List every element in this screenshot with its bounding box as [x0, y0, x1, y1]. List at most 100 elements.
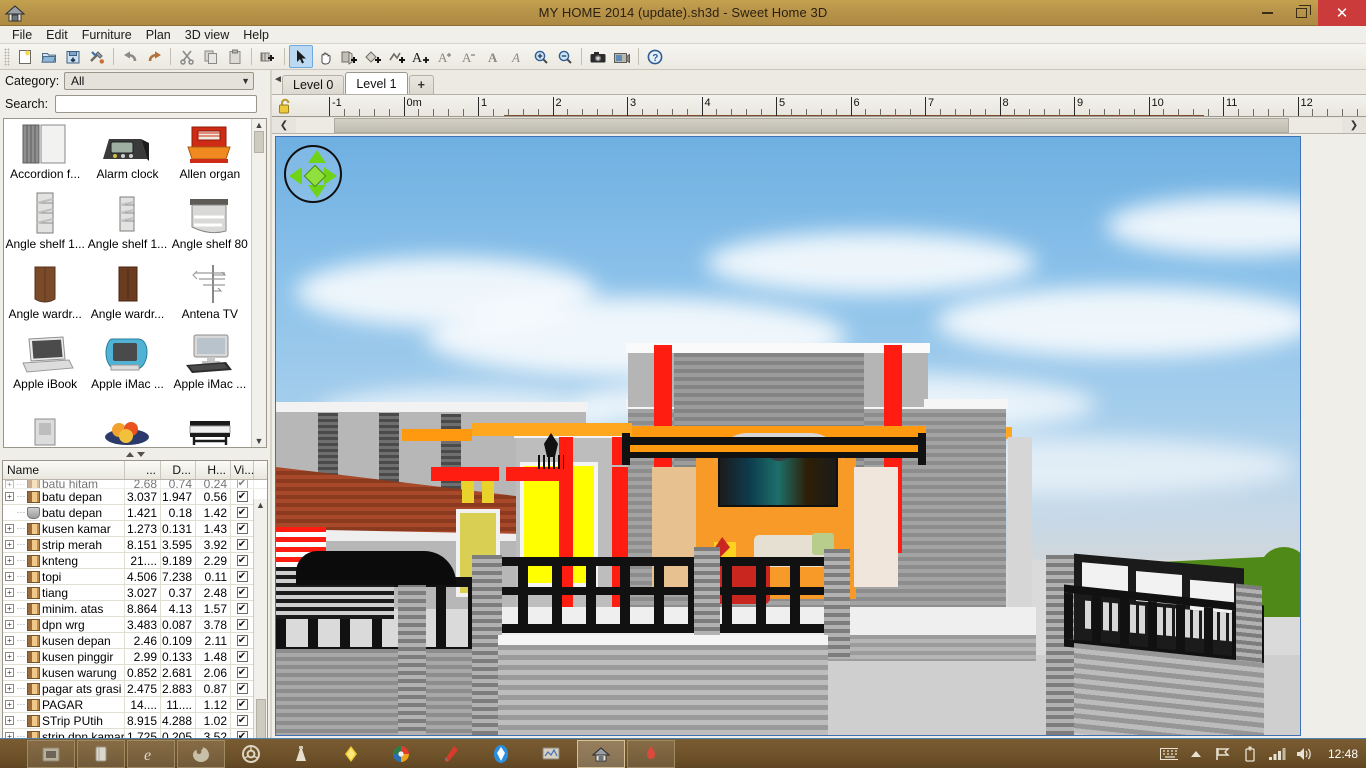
visible-checkbox[interactable]: ✔ [236, 587, 248, 598]
furniture-list[interactable]: Name ... D... H... Vi... + ⋯ batu hitam 2.… [2, 460, 268, 768]
column-header-visible[interactable]: Vi... [231, 461, 254, 479]
menu-3d-view[interactable]: 3D view [178, 27, 236, 43]
camera-icon[interactable] [586, 45, 610, 68]
tools-icon[interactable] [85, 45, 109, 68]
menu-plan[interactable]: Plan [139, 27, 178, 43]
taskbar-monitor[interactable] [527, 740, 575, 768]
expand-icon[interactable]: + [5, 572, 14, 581]
catalog-item[interactable] [4, 401, 86, 447]
visible-checkbox[interactable]: ✔ [236, 603, 248, 614]
increase-text-icon[interactable]: A [433, 45, 457, 68]
expand-icon[interactable]: + [5, 524, 14, 533]
add-level-button[interactable]: + [408, 75, 434, 94]
visible-checkbox[interactable]: ✔ [236, 523, 248, 534]
save-disk-icon[interactable] [61, 45, 85, 68]
catalog-item[interactable]: Alarm clock [86, 121, 168, 191]
furniture-catalog[interactable]: Accordion f... Alarm clock Allen organ A… [3, 118, 267, 448]
add-text-icon[interactable]: A [409, 45, 433, 68]
add-furniture-icon[interactable] [256, 45, 280, 68]
visible-checkbox[interactable]: ✔ [236, 619, 248, 630]
new-document-icon[interactable] [13, 45, 37, 68]
tab-level-0[interactable]: Level 0 [282, 75, 345, 94]
table-row[interactable]: + ⋯ kusen kamar 1.273 0.131 1.43 ✔ [3, 521, 267, 537]
table-row[interactable]: + ⋯ kusen pinggir 2.99 0.133 1.48 ✔ [3, 649, 267, 665]
visible-checkbox[interactable]: ✔ [236, 507, 248, 518]
expand-icon[interactable]: + [5, 492, 14, 501]
scissors-icon[interactable] [175, 45, 199, 68]
visible-checkbox[interactable]: ✔ [236, 539, 248, 550]
undo-arrow-icon[interactable] [118, 45, 142, 68]
menu-edit[interactable]: Edit [39, 27, 75, 43]
unlocked-padlock-icon[interactable] [278, 98, 293, 116]
table-row[interactable]: + ⋯ kusen warung 0.852 2.681 2.06 ✔ [3, 665, 267, 681]
catalog-item[interactable]: Angle wardr... [86, 261, 168, 331]
arrow-cursor-icon[interactable] [289, 45, 313, 68]
catalog-item[interactable]: Angle shelf 80 [169, 191, 251, 261]
visible-checkbox[interactable]: ✔ [236, 555, 248, 566]
hand-icon[interactable] [313, 45, 337, 68]
visible-checkbox[interactable]: ✔ [236, 480, 248, 488]
create-room-icon[interactable] [361, 45, 385, 68]
taskbar-chrome[interactable] [227, 740, 275, 768]
column-header-height[interactable]: H... [196, 461, 231, 479]
menu-file[interactable]: File [5, 27, 39, 43]
create-polyline-icon[interactable] [385, 45, 409, 68]
furniture-list-scrollbar[interactable]: ▲ ▼ [253, 499, 267, 768]
table-row[interactable]: + ⋯ kusen depan 2.46 0.109 2.11 ✔ [3, 633, 267, 649]
compass-down-arrow[interactable] [308, 185, 326, 198]
tabs-scroll-left-icon[interactable]: ◄ [273, 74, 283, 85]
catalog-item[interactable]: Accordion f... [4, 121, 86, 191]
visible-checkbox[interactable]: ✔ [236, 667, 248, 678]
italic-text-icon[interactable]: A [505, 45, 529, 68]
close-button[interactable]: ✕ [1318, 0, 1366, 26]
bold-text-icon[interactable]: A [481, 45, 505, 68]
expand-icon[interactable]: + [5, 668, 14, 677]
expand-icon[interactable]: + [5, 684, 14, 693]
column-header-depth[interactable]: D... [161, 461, 196, 479]
taskbar-editor[interactable] [327, 740, 375, 768]
taskbar-browser-blue[interactable] [477, 740, 525, 768]
taskbar-file-explorer[interactable] [27, 739, 75, 768]
catalog-item[interactable]: Angle shelf 1... [4, 191, 86, 261]
category-select[interactable]: All ▼ [64, 72, 254, 90]
compass-up-arrow[interactable] [308, 150, 326, 163]
view-3d-canvas[interactable] [275, 136, 1301, 736]
expand-icon[interactable]: + [5, 652, 14, 661]
redo-arrow-icon[interactable] [142, 45, 166, 68]
catalog-item[interactable]: Angle wardr... [4, 261, 86, 331]
expand-icon[interactable]: + [5, 556, 14, 565]
menu-help[interactable]: Help [236, 27, 276, 43]
visible-checkbox[interactable]: ✔ [236, 571, 248, 582]
taskbar-clock[interactable]: 12:48 [1328, 747, 1358, 761]
search-input[interactable] [55, 95, 257, 113]
video-camera-icon[interactable] [610, 45, 634, 68]
visible-checkbox[interactable]: ✔ [236, 635, 248, 646]
taskbar-notepad[interactable] [77, 739, 125, 768]
expand-icon[interactable]: + [5, 636, 14, 645]
zoom-in-icon[interactable] [529, 45, 553, 68]
catalog-scrollbar[interactable]: ▲ ▼ [251, 119, 266, 447]
decrease-text-icon[interactable]: A [457, 45, 481, 68]
taskbar-sweet-home-3d[interactable] [577, 739, 625, 768]
keyboard-icon[interactable] [1159, 744, 1178, 764]
table-row[interactable]: + ⋯ knteng 21.... 9.189 2.29 ✔ [3, 553, 267, 569]
scrollbar-track[interactable] [296, 117, 1342, 133]
catalog-item[interactable] [86, 401, 168, 447]
windows-start-icon[interactable] [0, 739, 26, 768]
scrollbar-thumb[interactable] [254, 131, 264, 153]
table-row[interactable]: + ⋯ dpn wrg 3.483 0.087 3.78 ✔ [3, 617, 267, 633]
column-header-name[interactable]: Name [3, 461, 125, 479]
create-wall-icon[interactable] [337, 45, 361, 68]
help-question-icon[interactable]: ? [643, 45, 667, 68]
catalog-item[interactable]: Apple iMac ... [86, 331, 168, 401]
table-row[interactable]: + ⋯ batu hitam 2.68 0.74 0.24 ✔ [3, 480, 267, 489]
table-row[interactable]: + ⋯ strip merah 8.151 3.595 3.92 ✔ [3, 537, 267, 553]
scrollbar-thumb[interactable] [334, 117, 1289, 133]
maximize-button[interactable] [1284, 0, 1318, 26]
expand-icon[interactable]: + [5, 620, 14, 629]
taskbar-firefox[interactable] [177, 739, 225, 768]
plan-horizontal-scrollbar[interactable]: ❮ ❯ [272, 117, 1366, 134]
taskbar-office[interactable] [427, 740, 475, 768]
taskbar-pdf[interactable] [627, 739, 675, 768]
taskbar-internet-explorer[interactable]: e [127, 739, 175, 768]
